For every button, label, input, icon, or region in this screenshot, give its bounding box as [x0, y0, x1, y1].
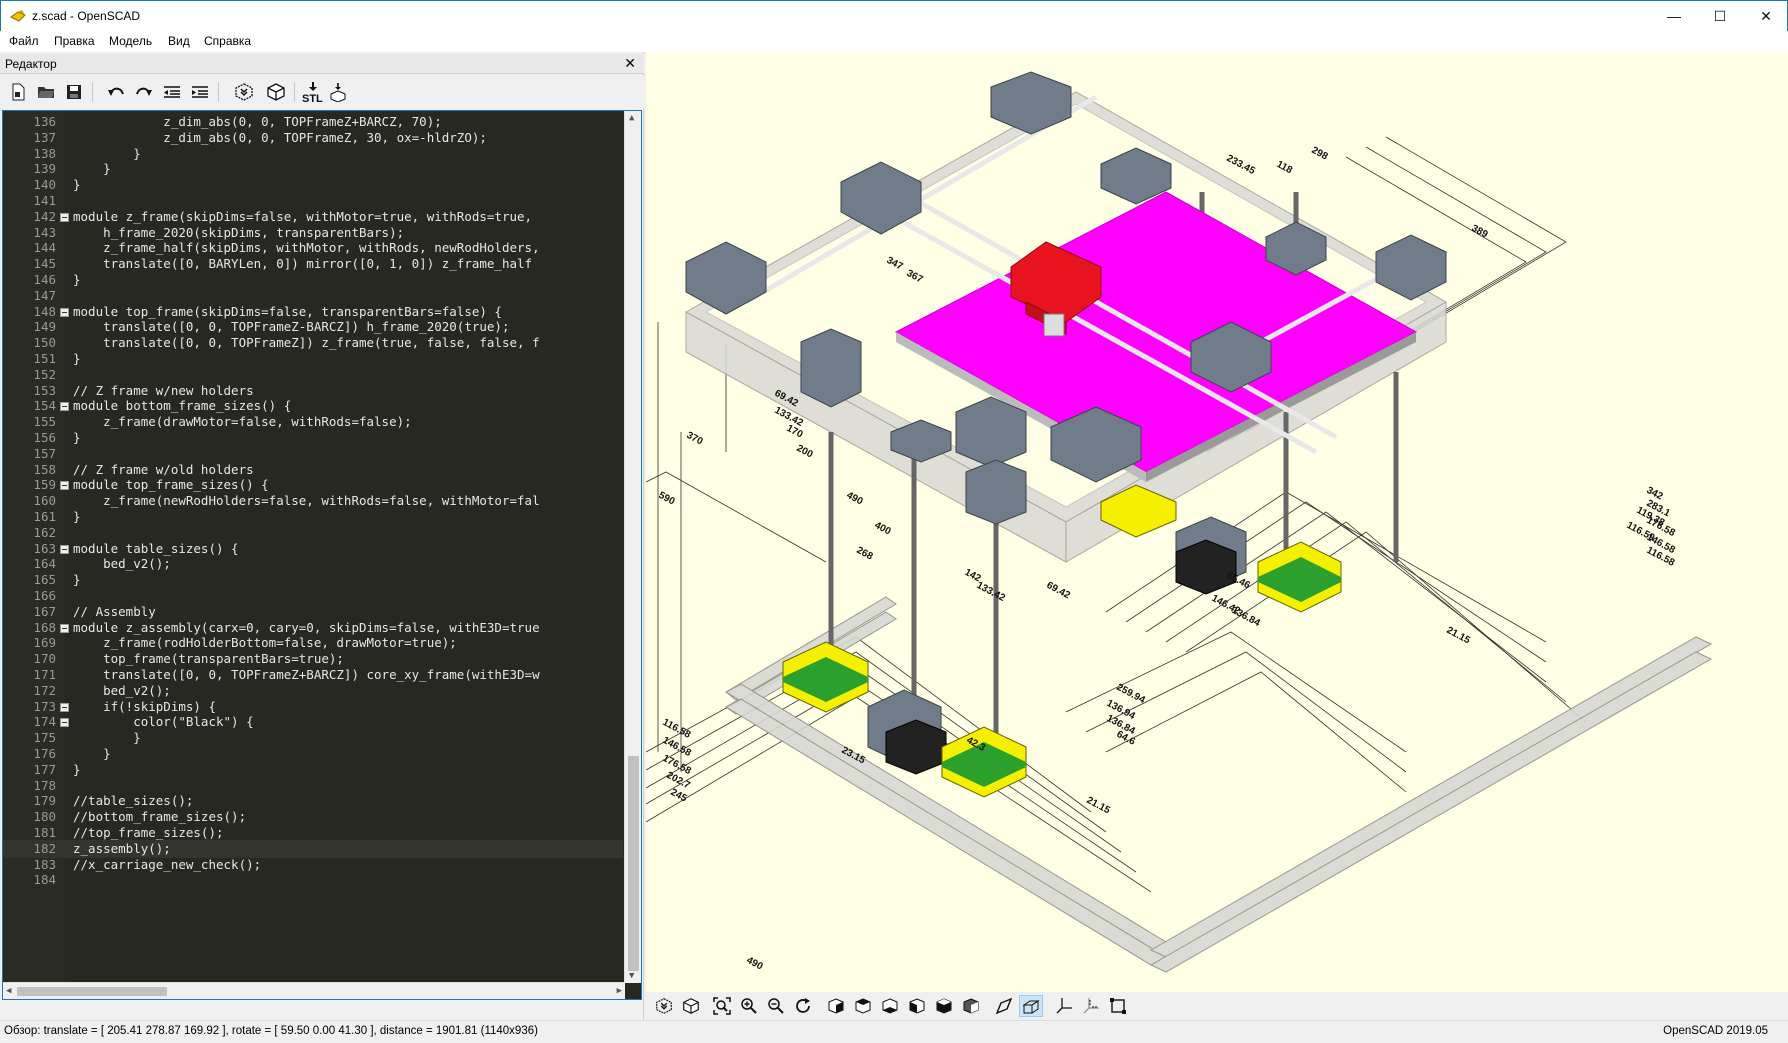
- editor-toolbar: STL: [0, 76, 644, 108]
- redo-icon[interactable]: [132, 81, 156, 103]
- view-back-icon[interactable]: [959, 995, 983, 1017]
- axes-icon[interactable]: [1052, 995, 1076, 1017]
- editor-panel: Редактор ✕ STL 136 z_dim_abs(0, 0, TOPFr…: [0, 52, 644, 1020]
- scroll-thumb[interactable]: [17, 987, 167, 996]
- view-top-icon[interactable]: [851, 995, 875, 1017]
- 3d-viewport[interactable]: 116.58 146.58 176.58 202.7 245 490 69.42 133.42…: [646, 52, 1788, 992]
- view-toolbar: [646, 992, 1788, 1020]
- unindent-icon[interactable]: [160, 81, 184, 103]
- send-to-print-icon[interactable]: [326, 81, 350, 103]
- dimension-label: 400: [873, 520, 893, 538]
- menu-help[interactable]: Справка: [204, 34, 251, 48]
- edges-icon[interactable]: [1106, 995, 1130, 1017]
- code-line[interactable]: 184: [3, 871, 623, 889]
- zoom-out-icon[interactable]: [764, 995, 788, 1017]
- dimension-label: 69.42: [1045, 580, 1073, 602]
- fold-marker-icon[interactable]: [60, 702, 69, 712]
- code-editor[interactable]: 136 z_dim_abs(0, 0, TOPFrameZ+BARCZ, 70)…: [2, 110, 642, 1000]
- dimension-label: 21.15: [1445, 625, 1473, 647]
- dimension-label: 268: [855, 545, 875, 563]
- dimension-label: 118: [1275, 159, 1295, 176]
- view-status-text: Обзор: translate = [ 205.41 278.87 169.9…: [4, 1025, 538, 1037]
- editor-title-bar: Редактор ✕: [0, 54, 644, 74]
- view-front-icon[interactable]: [932, 995, 956, 1017]
- fold-marker-icon[interactable]: [60, 402, 69, 412]
- dimension-label: 21.15: [1085, 795, 1113, 817]
- view-left-icon[interactable]: [905, 995, 929, 1017]
- menu-view[interactable]: Вид: [168, 34, 190, 48]
- openscad-logo-icon: [10, 10, 26, 22]
- orthogonal-icon[interactable]: [1019, 995, 1043, 1017]
- reset-view-icon[interactable]: [791, 995, 815, 1017]
- dimension-label: 170: [785, 423, 805, 441]
- svg-text:STL: STL: [302, 93, 323, 103]
- fold-marker-icon[interactable]: [60, 307, 69, 317]
- open-file-icon[interactable]: [34, 81, 58, 103]
- menu-file[interactable]: Файл: [9, 34, 39, 48]
- z-motors: [885, 539, 1237, 775]
- line-number: 184: [33, 872, 56, 888]
- scale-markers-icon[interactable]: [1079, 995, 1103, 1017]
- title-bar: z.scad - OpenSCAD — ☐ ✕: [0, 0, 1788, 31]
- zoom-in-icon[interactable]: [737, 995, 761, 1017]
- save-icon[interactable]: [62, 81, 86, 103]
- dimension-label: 389: [1470, 223, 1490, 241]
- dimension-label: 200: [795, 443, 815, 461]
- perspective-icon[interactable]: [992, 995, 1016, 1017]
- preview-icon[interactable]: [232, 81, 256, 103]
- close-window-button[interactable]: ✕: [1743, 1, 1788, 31]
- scroll-thumb[interactable]: [628, 756, 639, 971]
- editor-horizontal-scrollbar[interactable]: ◀ ▶: [3, 982, 625, 999]
- dimension-label: 298: [1310, 145, 1330, 163]
- dimension-label: 490: [745, 955, 765, 973]
- version-label: OpenSCAD 2019.05: [1663, 1025, 1768, 1037]
- new-file-icon[interactable]: [6, 81, 30, 103]
- window-title: z.scad - OpenSCAD: [32, 9, 141, 23]
- render-icon[interactable]: [679, 995, 703, 1017]
- fold-marker-icon[interactable]: [60, 212, 69, 222]
- view-all-icon[interactable]: [710, 995, 734, 1017]
- model-render: 116.58146.58176.58202.724549069.42133.42…: [646, 71, 1713, 973]
- export-stl-icon[interactable]: STL: [298, 81, 328, 103]
- menu-bar: Файл Правка Модель Вид Справка: [0, 31, 1788, 52]
- dimension-label: 370: [685, 430, 705, 448]
- dimension-label: 490: [845, 490, 865, 508]
- fold-marker-icon[interactable]: [60, 481, 69, 491]
- menu-design[interactable]: Модель: [109, 34, 152, 48]
- undo-icon[interactable]: [104, 81, 128, 103]
- view-right-icon[interactable]: [824, 995, 848, 1017]
- dimension-label: 133.42: [975, 580, 1008, 604]
- dimension-label: 146.42: [1210, 593, 1243, 617]
- maximize-button[interactable]: ☐: [1697, 1, 1743, 31]
- dimension-label: 233.45: [1225, 153, 1258, 177]
- editor-vertical-scrollbar[interactable]: ▲ ▼: [624, 111, 641, 983]
- status-bar: Обзор: translate = [ 205.41 278.87 169.9…: [0, 1020, 1788, 1043]
- fold-marker-icon[interactable]: [60, 623, 69, 633]
- bottom-frame: [724, 596, 1713, 973]
- preview-icon[interactable]: [652, 995, 676, 1017]
- editor-close-button[interactable]: ✕: [624, 55, 636, 72]
- view-bottom-icon[interactable]: [878, 995, 902, 1017]
- indent-icon[interactable]: [188, 81, 212, 103]
- menu-edit[interactable]: Правка: [54, 34, 95, 48]
- render-icon[interactable]: [264, 81, 288, 103]
- fold-marker-icon[interactable]: [60, 718, 69, 728]
- dimension-label: 590: [657, 490, 677, 508]
- fold-marker-icon[interactable]: [60, 544, 69, 554]
- editor-title: Редактор: [5, 57, 57, 71]
- minimize-button[interactable]: —: [1651, 1, 1697, 31]
